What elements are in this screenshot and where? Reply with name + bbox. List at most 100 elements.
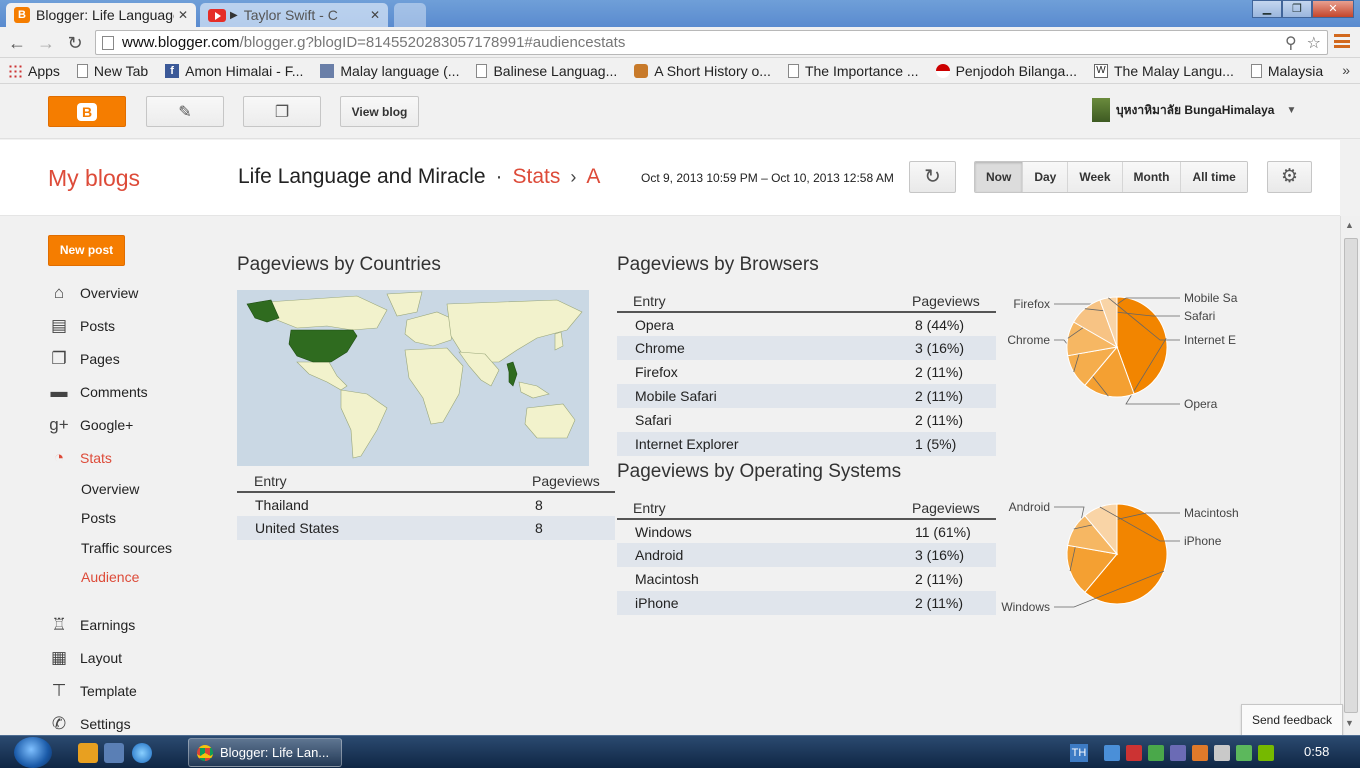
wikipedia-icon: W xyxy=(1094,64,1108,78)
facebook-icon: f xyxy=(165,64,180,78)
scroll-down-icon[interactable]: ▼ xyxy=(1345,718,1354,728)
posts-list-button[interactable]: ❐ xyxy=(243,96,321,127)
scrollbar-thumb[interactable] xyxy=(1344,238,1358,713)
browser-tab-bar: B Blogger: Life Language ✕ ▶ Taylor Swif… xyxy=(0,0,1360,27)
scroll-up-icon[interactable]: ▲ xyxy=(1345,220,1354,230)
antivirus-icon[interactable] xyxy=(1126,744,1142,761)
taskbar-chrome-window[interactable]: Blogger: Life Lan... xyxy=(188,738,342,767)
chrome-menu-icon[interactable] xyxy=(1334,33,1350,49)
layout-icon: ▦ xyxy=(50,648,68,667)
show-desktop-icon[interactable] xyxy=(104,743,124,763)
bookmark-star-icon[interactable]: ☆ xyxy=(1307,33,1321,53)
forward-arrow-icon[interactable]: → xyxy=(35,32,57,54)
table-row: Mobile Safari 2 (11%) xyxy=(617,384,996,408)
maximize-icon[interactable]: ❐ xyxy=(1282,0,1312,18)
reload-icon[interactable]: ↻ xyxy=(64,32,86,54)
youtube-favicon-icon xyxy=(208,8,226,22)
pie-slice-label: iPhone xyxy=(1184,534,1222,548)
start-button[interactable] xyxy=(14,737,52,768)
sidebar-item-google-plus[interactable]: g+ Google+ xyxy=(48,415,133,435)
new-post-pencil-button[interactable]: ✎ xyxy=(146,96,224,127)
period-all-time[interactable]: All time xyxy=(1181,162,1247,192)
update-icon[interactable] xyxy=(1148,744,1164,761)
sidebar-item-pages[interactable]: ❐ Pages xyxy=(48,349,119,369)
pie-slice-label: Chrome xyxy=(1007,333,1050,347)
home-icon: ⌂ xyxy=(53,283,65,302)
settings-gear-button[interactable]: ⚙ xyxy=(1267,161,1312,193)
bookmark-apps[interactable]: Apps xyxy=(8,63,60,79)
close-window-icon[interactable]: ✕ xyxy=(1312,0,1354,18)
tab-close-icon[interactable]: ✕ xyxy=(370,8,380,22)
internet-explorer-icon[interactable] xyxy=(132,743,152,763)
breadcrumb-stats[interactable]: Stats xyxy=(513,165,561,188)
bookmark-new-tab[interactable]: New Tab xyxy=(76,63,148,79)
bookmarks-overflow-chevron[interactable]: » xyxy=(1342,62,1350,78)
bookmark-amon-himalai[interactable]: f Amon Himalai - F... xyxy=(165,63,303,79)
period-day[interactable]: Day xyxy=(1023,162,1069,192)
thailand-region xyxy=(506,361,518,387)
volume-icon[interactable] xyxy=(1214,744,1230,761)
sidebar-sub-overview[interactable]: Overview xyxy=(81,481,139,497)
tab-blogger[interactable]: B Blogger: Life Language ✕ xyxy=(6,3,196,27)
back-arrow-icon[interactable]: ← xyxy=(6,32,28,54)
sidebar-item-comments[interactable]: ▬ Comments xyxy=(48,382,148,402)
bookmark-malay-langu[interactable]: W The Malay Langu... xyxy=(1094,63,1234,79)
language-indicator[interactable]: TH xyxy=(1070,743,1088,762)
apps-grid-icon xyxy=(8,64,22,78)
period-week[interactable]: Week xyxy=(1068,162,1123,192)
blogger-favicon-icon: B xyxy=(14,7,30,23)
url-path: /blogger.g?blogID=8145520283057178991#au… xyxy=(239,34,626,51)
quicklaunch-app-icon[interactable] xyxy=(78,743,98,763)
sidebar-item-posts[interactable]: ▤ Posts xyxy=(48,316,115,336)
view-blog-button[interactable]: View blog xyxy=(340,96,419,127)
new-post-button[interactable]: New post xyxy=(48,235,125,266)
bookmark-penjodoh[interactable]: Penjodoh Bilanga... xyxy=(935,63,1077,79)
sidebar-item-settings[interactable]: ✆ Settings xyxy=(48,714,131,734)
bookmark-short-history[interactable]: A Short History o... xyxy=(634,63,771,79)
user-name: บุหงาหิมาลัย BungaHimalaya xyxy=(1116,102,1275,117)
flag-icon xyxy=(935,64,950,78)
sidebar-item-earnings[interactable]: ♖ Earnings xyxy=(48,615,135,635)
comment-icon: ▬ xyxy=(50,382,68,401)
bookmarks-bar: Apps New Tab f Amon Himalai - F... Malay … xyxy=(0,59,1360,84)
sidebar-item-stats[interactable]: ◔ Stats xyxy=(48,448,112,468)
vertical-scrollbar[interactable]: ▲ ▼ xyxy=(1340,216,1360,735)
office-icon[interactable] xyxy=(1192,744,1208,761)
bookmark-malay-language[interactable]: Malay language (... xyxy=(320,63,459,79)
sidebar-item-template[interactable]: ⊤ Template xyxy=(48,681,137,701)
bookmark-balinese[interactable]: Balinese Languag... xyxy=(476,63,617,79)
pie-slice-label: Internet E xyxy=(1184,333,1236,347)
browsers-pie-chart: Opera Chrome Firefox Mobile Sa Safari Interne… xyxy=(1000,290,1238,423)
refresh-button[interactable]: ↻ xyxy=(909,161,956,193)
send-feedback-button[interactable]: Send feedback xyxy=(1241,704,1343,736)
browsers-table: Entry Pageviews Opera 8 (44%) Chrome 3 (16%… xyxy=(617,290,996,456)
network-icon[interactable] xyxy=(1104,744,1120,761)
breadcrumb: Life Language and Miracle · Stats › A xyxy=(238,165,601,188)
my-blogs-link[interactable]: My blogs xyxy=(48,165,140,192)
period-now[interactable]: Now xyxy=(975,162,1024,192)
sidebar-item-overview[interactable]: ⌂ Overview xyxy=(48,283,139,303)
new-tab-button[interactable] xyxy=(394,3,426,27)
pie-slice-label: Firefox xyxy=(1013,297,1050,311)
address-bar[interactable]: www.blogger.com/blogger.g?blogID=8145520… xyxy=(95,30,1328,55)
period-selector: Now Day Week Month All time xyxy=(974,161,1248,193)
device-icon[interactable] xyxy=(1170,744,1186,761)
gear-icon: ⚙ xyxy=(1280,166,1299,187)
tab-close-icon[interactable]: ✕ xyxy=(178,8,188,22)
sidebar-sub-posts[interactable]: Posts xyxy=(81,510,116,526)
user-account-menu[interactable]: บุหงาหิมาลัย BungaHimalaya ▼ xyxy=(1092,98,1296,122)
nvidia-icon[interactable] xyxy=(1258,744,1274,761)
bookmark-importance[interactable]: The Importance ... xyxy=(787,63,919,79)
period-month[interactable]: Month xyxy=(1122,162,1182,192)
sidebar-sub-traffic-sources[interactable]: Traffic sources xyxy=(81,540,172,556)
search-icon[interactable]: ⚲ xyxy=(1285,33,1297,53)
sidebar-item-layout[interactable]: ▦ Layout xyxy=(48,648,122,668)
blogger-logo-button[interactable]: B xyxy=(48,96,126,127)
page-icon xyxy=(1250,64,1262,78)
signal-icon[interactable] xyxy=(1236,744,1252,761)
tab-youtube[interactable]: ▶ Taylor Swift - C ✕ xyxy=(200,3,388,27)
browser-toolbar: ← → ↻ www.blogger.com/blogger.g?blogID=8… xyxy=(0,27,1360,58)
minimize-icon[interactable]: ▁ xyxy=(1252,0,1282,18)
bookmark-malaysia[interactable]: Malaysia xyxy=(1250,63,1323,79)
sidebar-sub-audience[interactable]: Audience xyxy=(81,569,139,585)
